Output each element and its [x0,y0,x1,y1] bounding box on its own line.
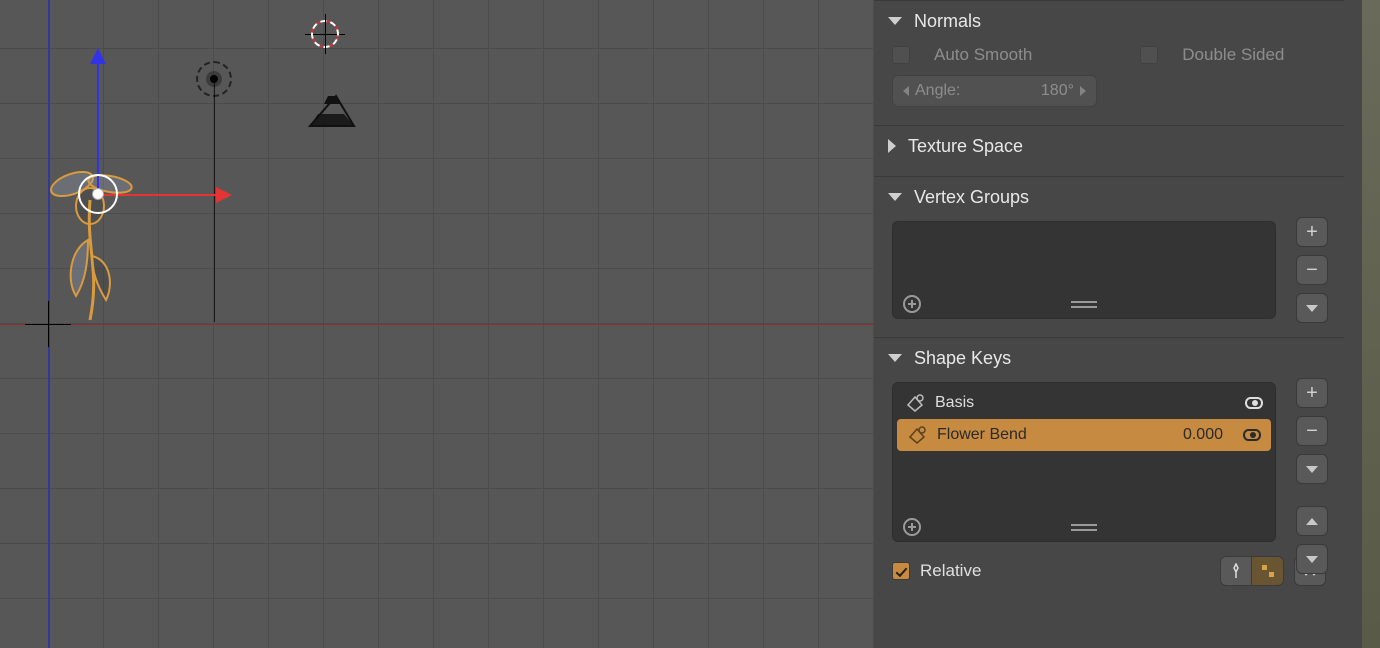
auto-smooth-checkbox[interactable] [892,46,910,64]
drag-grip-icon[interactable] [1316,356,1330,360]
angle-decrement-icon[interactable] [903,86,909,96]
manipulator-x-tip-icon[interactable] [216,187,232,203]
manipulator-z-tip-icon[interactable] [90,48,106,64]
section-header-vertex-groups[interactable]: Vertex Groups [874,177,1344,217]
angle-field[interactable]: Angle: 180° [892,75,1097,107]
triangle-up-icon [1306,518,1318,525]
properties-panel: Normals Auto Smooth Double Sided Angle: … [874,0,1380,648]
3d-cursor-icon[interactable] [305,14,345,54]
triangle-down-icon [1306,556,1318,563]
disclosure-down-icon [888,17,902,25]
angle-increment-icon[interactable] [1080,86,1086,96]
double-sided-label: Double Sided [1182,45,1284,65]
section-title: Vertex Groups [914,187,1029,208]
section-normals: Normals Auto Smooth Double Sided Angle: … [874,0,1344,125]
list-add-filter-icon[interactable] [903,518,921,536]
viewport-3d[interactable] [0,0,874,648]
section-header-texture-space[interactable]: Texture Space [874,126,1344,166]
shape-key-value[interactable]: 0.000 [1183,426,1223,444]
visibility-toggle-icon[interactable] [1245,397,1263,409]
shape-key-move-up-button[interactable] [1296,506,1328,536]
list-add-filter-icon[interactable] [903,295,921,313]
disclosure-down-icon [888,193,902,201]
camera-icon[interactable] [306,90,358,130]
list-resize-handle-icon[interactable] [1071,524,1097,531]
double-sided-checkbox[interactable] [1140,46,1158,64]
section-header-normals[interactable]: Normals [874,1,1344,41]
transform-manipulator[interactable] [78,174,238,334]
drag-grip-icon[interactable] [1316,19,1330,23]
disclosure-down-icon [888,354,902,362]
visibility-toggle-icon[interactable] [1243,429,1261,441]
chevron-down-icon [1306,305,1318,312]
auto-smooth-label: Auto Smooth [934,45,1032,65]
shape-keys-list[interactable]: Basis Flower Bend 0.000 [892,382,1276,542]
shape-key-remove-button[interactable]: − [1296,416,1328,446]
drag-grip-icon[interactable] [1316,195,1330,199]
section-texture-space: Texture Space [874,125,1344,176]
chevron-down-icon [1306,466,1318,473]
section-title: Texture Space [908,136,1023,157]
shape-key-item-active[interactable]: Flower Bend 0.000 [897,419,1271,451]
shape-key-icon [907,425,927,445]
shape-key-pin-button[interactable] [1220,556,1252,586]
angle-value: 180° [1041,82,1074,100]
shape-key-name: Flower Bend [937,426,1173,444]
relative-label: Relative [920,561,981,581]
vertex-group-add-button[interactable]: + [1296,217,1328,247]
shape-key-name: Basis [935,394,1235,412]
window-edge-strip [1362,0,1380,648]
section-header-shape-keys[interactable]: Shape Keys [874,338,1344,378]
disclosure-right-icon [888,139,896,153]
drag-grip-icon[interactable] [1316,144,1330,148]
section-vertex-groups: Vertex Groups + − [874,176,1344,337]
shape-key-icon [905,393,925,413]
shape-key-add-button[interactable]: + [1296,378,1328,408]
relative-checkbox[interactable] [892,562,910,580]
section-title: Normals [914,11,981,32]
shape-key-edit-mode-button[interactable] [1252,556,1284,586]
vertex-group-menu-button[interactable] [1296,293,1328,323]
section-title: Shape Keys [914,348,1011,369]
section-shape-keys: Shape Keys Basis [874,337,1344,596]
shape-key-menu-button[interactable] [1296,454,1328,484]
shape-key-move-down-button[interactable] [1296,544,1328,574]
list-resize-handle-icon[interactable] [1071,301,1097,308]
vertex-groups-list[interactable] [892,221,1276,319]
shape-key-item[interactable]: Basis [895,387,1273,419]
vertex-group-remove-button[interactable]: − [1296,255,1328,285]
angle-label: Angle: [915,82,960,100]
manipulator-center[interactable] [92,188,104,200]
